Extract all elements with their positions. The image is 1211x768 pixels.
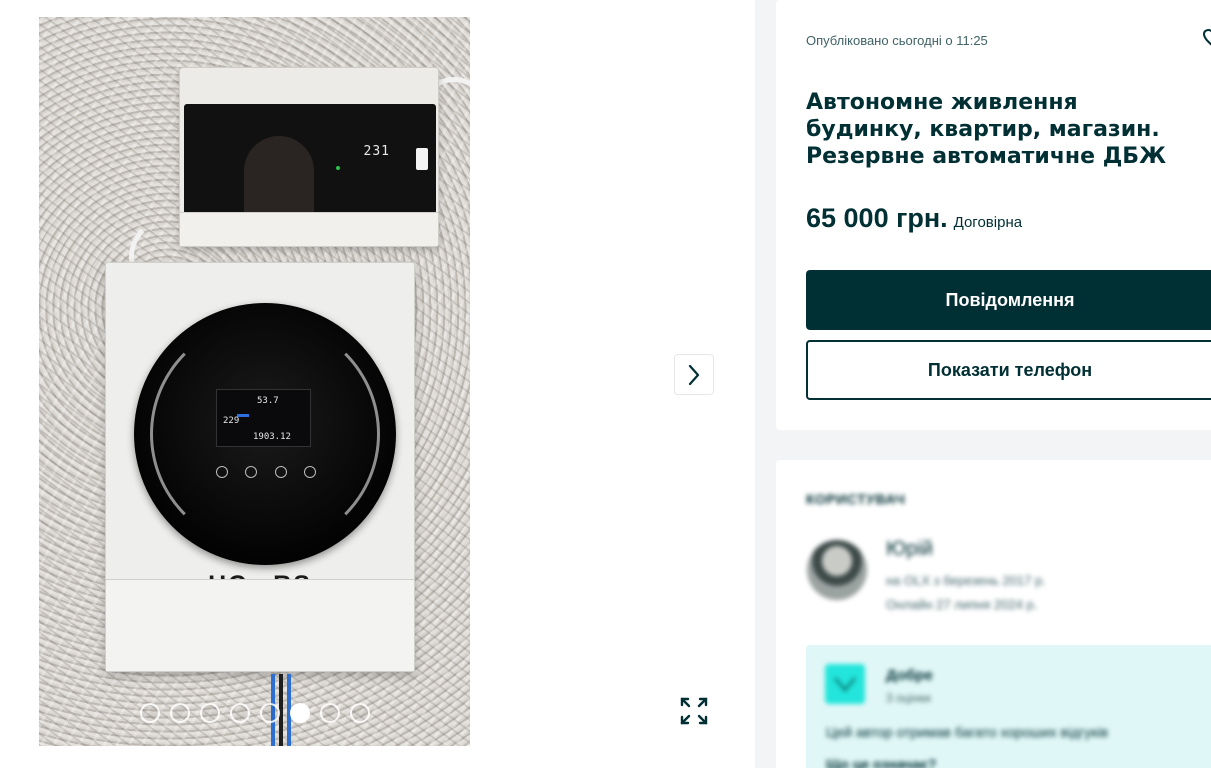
breaker-display: 231 [363,144,390,159]
negotiable-label: Договірна [953,214,1023,231]
gallery-dot[interactable] [200,703,220,723]
posted-date: Опубліковано сьогодні о 11:25 [806,33,988,48]
user-name[interactable]: Юрій [886,538,933,561]
rating-box [806,645,1211,768]
last-online: Онлайн 27 липня 2024 р. [886,597,1038,612]
ad-photo[interactable]: 231 53.7 229 1903.12 HC☼RS [39,17,470,746]
gallery-dots [140,703,370,723]
heart-icon[interactable] [1202,28,1211,48]
price: 65 000 грн. [806,203,948,233]
breaker-box: 231 [179,67,439,247]
price-row: 65 000 грн. Договірна [806,203,1022,234]
chevron-right-icon [688,364,700,385]
rating-check-icon [825,664,865,704]
image-gallery: 231 53.7 229 1903.12 HC☼RS [0,0,755,768]
gallery-dot[interactable] [140,703,160,723]
show-phone-button[interactable]: Показати телефон [806,340,1211,400]
rating-info-link[interactable]: Що це означає? [826,756,936,768]
user-heading: КОРИСТУВАЧ [806,491,906,507]
inverter-device: 53.7 229 1903.12 HC☼RS [105,262,415,672]
gallery-dot[interactable] [170,703,190,723]
gallery-dot[interactable] [230,703,250,723]
gallery-dot[interactable] [260,703,280,723]
member-since: на OLX з березень 2017 р. [886,573,1046,588]
inverter-lcd: 53.7 229 1903.12 [216,389,311,447]
fullscreen-button[interactable] [674,690,714,732]
gallery-dot[interactable] [350,703,370,723]
message-button[interactable]: Повідомлення [806,270,1211,330]
gallery-dot[interactable] [290,703,310,723]
rating-count: 3 оцінки [886,691,931,705]
rating-description: Цей автор отримав багато хороших відгукі… [826,724,1109,740]
rating-title: Добре [886,667,933,684]
ad-title: Автономне живлення будинку, квартир, маг… [806,90,1167,169]
gallery-dot[interactable] [320,703,340,723]
fullscreen-icon [680,697,708,725]
inverter-dial: 53.7 229 1903.12 [134,303,396,565]
next-image-button[interactable] [674,354,714,395]
avatar[interactable] [807,540,867,600]
